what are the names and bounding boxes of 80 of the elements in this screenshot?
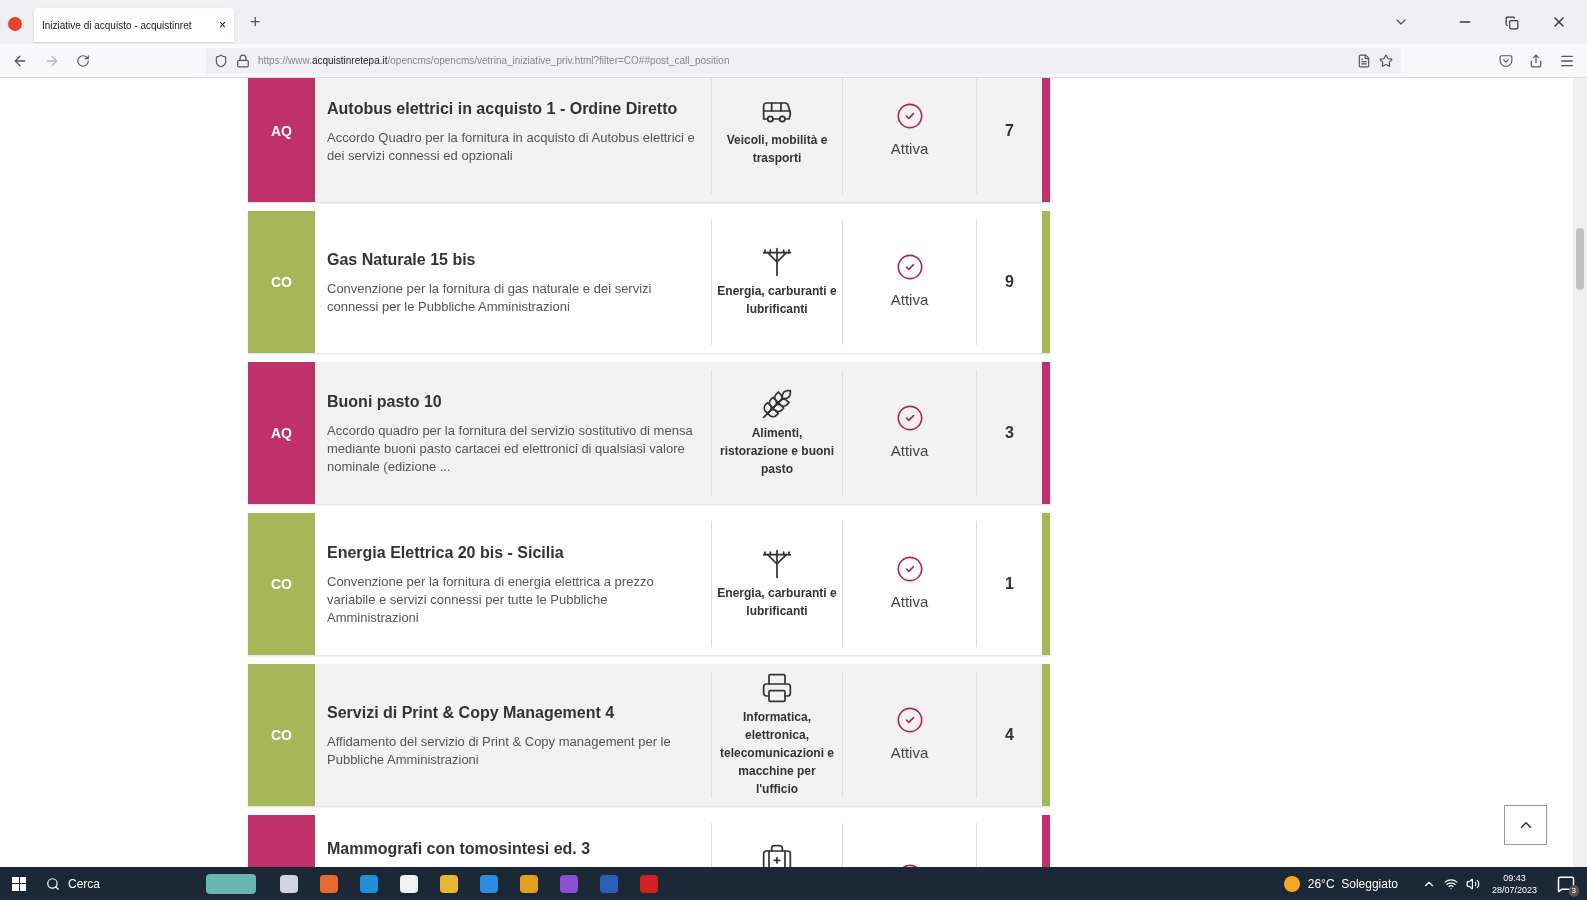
back-to-top-button[interactable] <box>1504 805 1547 845</box>
initiative-description: Affidamento del servizio di Print & Copy management per le Pubbliche Amministrazioni <box>327 733 672 769</box>
check-circle-icon <box>895 705 924 734</box>
address-bar[interactable]: https://www.acquistinretepa.it/opencms/opencms/vetrina_iniziative_priv.html?filter=CO##post_call_position <box>206 47 1401 74</box>
bookmark-star-icon[interactable] <box>1379 53 1393 68</box>
category-label: Informatica, elettronica, telecomunicazioni e macchine per l'ufficio <box>719 709 835 798</box>
initiative-card[interactable]: AQ Autobus elettrici in acquisto 1 - Ordine Diretto Accordo Quadro per la fornitura in acquisto di Autobus elettrici e dei servizi connessi ed opzionali Veicoli, mobilità e trasporti Attiva 7 <box>248 78 1050 202</box>
scrollbar[interactable] <box>1573 78 1587 867</box>
status-label: Attiva <box>890 440 929 461</box>
initiative-card[interactable]: Mammografi con tomosintesi ed. 3 <box>248 815 1050 867</box>
notifications-icon[interactable] <box>1557 874 1575 893</box>
news-widget-icon[interactable] <box>206 873 256 894</box>
initiative-description: Convenzione per la fornitura di gas naturale e dei servizi connessi per le Pubbliche Amministrazioni <box>327 280 653 316</box>
category-label: Energia, carburanti e lubrificanti <box>716 585 838 620</box>
status-label: Attiva <box>890 742 929 763</box>
clock-date[interactable]: 28/07/2023 <box>1491 883 1537 896</box>
type-badge: CO <box>248 211 315 353</box>
check-circle-icon <box>895 252 924 281</box>
type-badge: AQ <box>248 78 315 202</box>
initiative-description: Accordo Quadro per la fornitura in acquisto di Autobus elettrici e dei servizi connessi ed opzionali <box>327 129 696 165</box>
taskbar-app-icon[interactable] <box>280 874 298 893</box>
notification-count: 3 <box>1568 884 1579 897</box>
initiative-title[interactable]: Autobus elettrici in acquisto 1 - Ordine Diretto <box>327 97 699 121</box>
type-badge: CO <box>248 664 315 806</box>
browser-tab[interactable]: Iniziative di acquisto - acquistinret × <box>34 8 234 42</box>
count: 4 <box>1005 725 1014 745</box>
initiative-title[interactable]: Buoni pasto 10 <box>327 390 699 414</box>
type-badge: AQ <box>248 362 315 504</box>
initiative-description: Convenzione per la fornitura di energia elettrica a prezzo variabile e servizi connessi per tutte le Pubbliche Amministrazioni <box>327 573 655 627</box>
status-label: Attiva <box>890 289 929 310</box>
status-label: Attiva <box>890 591 929 612</box>
initiative-card[interactable] <box>248 362 1050 504</box>
reload-icon[interactable] <box>76 53 90 68</box>
category-label: Veicoli, mobilità e trasporti <box>725 132 829 167</box>
category-icon <box>761 843 793 867</box>
status-label: Attiva <box>890 138 929 159</box>
taskbar-app-icon[interactable] <box>400 874 418 893</box>
weather-text[interactable]: 26°C Soleggiato <box>1307 874 1398 893</box>
category-icon <box>761 388 793 420</box>
tab-title: Iniziative di acquisto - acquistinret <box>42 18 193 33</box>
check-circle-icon <box>895 554 924 583</box>
restore-icon[interactable] <box>1505 16 1519 30</box>
check-circle-icon <box>895 403 924 432</box>
category-label: Alimenti, ristorazione e buoni pasto <box>719 425 835 478</box>
url-text: https://www.acquistinretepa.it/opencms/opencms/vetrina_iniziative_priv.html?filter=CO##post_call_position <box>258 54 731 68</box>
check-circle-icon <box>895 101 924 130</box>
taskbar-app-icon[interactable] <box>520 874 538 893</box>
clock-time[interactable]: 09:43 <box>1503 871 1526 884</box>
type-badge: CO <box>248 513 315 655</box>
count: 9 <box>1005 272 1014 292</box>
taskbar-search[interactable]: Cerca <box>68 874 100 893</box>
initiative-title[interactable]: Energia Elettrica 20 bis - Sicilia <box>327 541 699 565</box>
new-tab-button[interactable]: + <box>250 9 261 36</box>
count: 1 <box>1005 574 1014 594</box>
category-icon <box>761 672 793 704</box>
initiative-card[interactable]: CO Gas Naturale 15 bis Convenzione per la fornitura di gas naturale e dei servizi connessi per le Pubbliche Amministrazioni Energia, carburanti e lubrificanti Attiva 9 <box>248 211 1050 353</box>
count: 3 <box>1005 423 1014 443</box>
lock-icon <box>236 53 250 68</box>
count: 7 <box>1005 121 1014 141</box>
initiative-card[interactable] <box>248 513 1050 655</box>
initiative-title[interactable]: Mammografi con tomosintesi ed. 3 <box>327 837 699 861</box>
weather-sun-icon <box>1283 875 1300 892</box>
initiative-description: Accordo quadro per la fornitura del servizio sostitutivo di mensa mediante buoni pasto cartacei ed elettronici di qualsiasi valore nominale (edizione ... <box>327 422 694 476</box>
shield-icon <box>214 53 228 68</box>
search-icon[interactable] <box>46 876 60 891</box>
category-icon <box>761 246 793 278</box>
initiative-title[interactable]: Servizi di Print & Copy Management 4 <box>327 701 699 725</box>
initiative-title[interactable]: Gas Naturale 15 bis <box>327 248 699 272</box>
network-icon[interactable] <box>1443 876 1458 891</box>
initiative-card[interactable] <box>248 664 1050 806</box>
taskbar-app-icon[interactable] <box>440 874 458 893</box>
volume-icon[interactable] <box>1465 876 1480 891</box>
reader-view-icon[interactable] <box>1357 53 1371 68</box>
pocket-icon[interactable] <box>1499 53 1513 68</box>
tab-close[interactable]: × <box>219 16 226 34</box>
scrollbar-thumb[interactable] <box>1576 228 1584 290</box>
category-label: Energia, carburanti e lubrificanti <box>716 283 838 318</box>
category-icon <box>761 548 793 580</box>
windows-start-icon[interactable] <box>12 876 26 891</box>
browser-logo-icon <box>8 17 22 31</box>
